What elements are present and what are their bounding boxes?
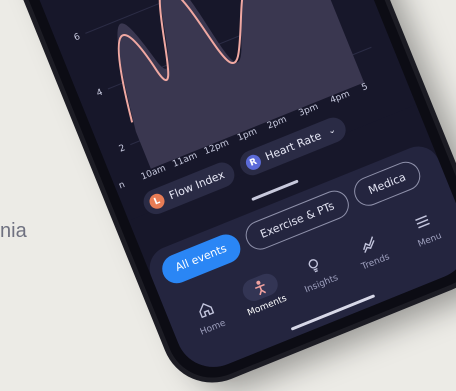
medical-button[interactable]: Medica [349,157,425,211]
x-tick-label: n [117,180,127,192]
flow-index-badge: L [147,191,167,212]
chevron-down-icon[interactable]: ⌄ [326,125,337,137]
heart-rate-badge: R [243,152,264,173]
nav-moments[interactable]: Moments [230,267,295,321]
phone: 10 8 6 4 2 90 5p n 10am 11am 12pm 1pm 2p… [0,0,456,391]
background-text: nia [0,220,27,242]
home-indicator[interactable] [290,294,376,331]
nav-home[interactable]: Home [175,289,240,343]
nav-trends[interactable]: Trends [338,223,403,277]
app-screen: 10 8 6 4 2 90 5p n 10am 11am 12pm 1pm 2p… [0,0,456,379]
x-tick-label: 5 [360,81,370,94]
nav-menu[interactable]: Menu [392,201,456,255]
all-events-button[interactable]: All events [157,229,245,288]
nav-insights[interactable]: Insights [284,245,349,299]
